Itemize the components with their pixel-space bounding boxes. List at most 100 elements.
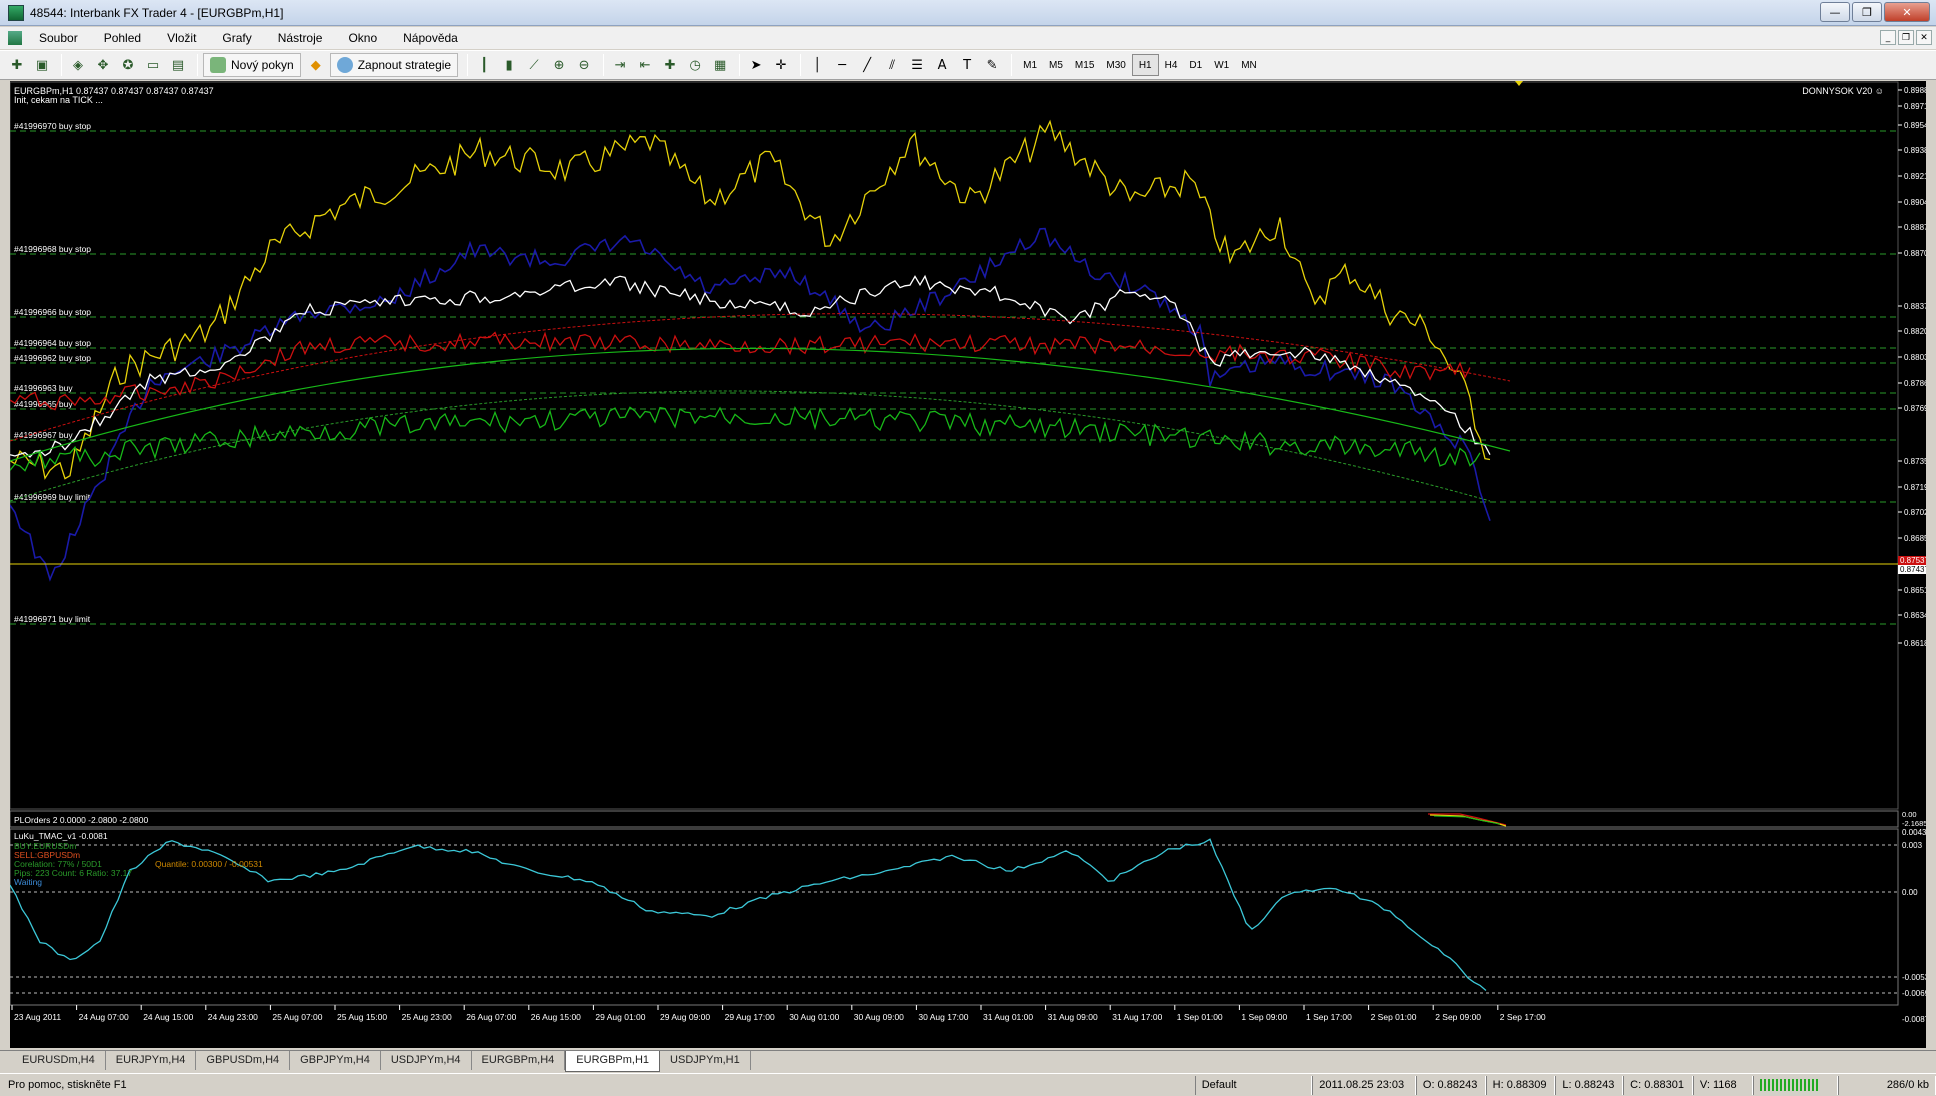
price-axis-label: 0.89885 xyxy=(1904,86,1926,95)
main-price-panel[interactable] xyxy=(10,81,1899,810)
terminal-icon[interactable]: ▭ xyxy=(142,54,164,76)
menu-bar: Soubor Pohled Vložit Grafy Nástroje Okno… xyxy=(0,27,1936,49)
time-axis-label: 30 Aug 09:00 xyxy=(854,1012,904,1022)
close-button[interactable]: ✕ xyxy=(1884,2,1930,22)
tab-eurgbpm-h4[interactable]: EURGBPm,H4 xyxy=(472,1051,566,1070)
timeframe-m30[interactable]: M30 xyxy=(1100,54,1131,76)
timeframe-w1[interactable]: W1 xyxy=(1208,54,1235,76)
minimize-button[interactable]: — xyxy=(1820,2,1850,22)
profiles-icon[interactable]: ▣ xyxy=(31,54,53,76)
price-axis-label: 0.88200 xyxy=(1904,327,1926,336)
tma-axis-2: 0.00 xyxy=(1902,888,1918,897)
price-axis-label: 0.87190 xyxy=(1904,483,1926,492)
tab-usdjpym-h4[interactable]: USDJPYm,H4 xyxy=(381,1051,472,1070)
status-help: Pro pomoc, stiskněte F1 xyxy=(8,1079,127,1091)
strategy-label: Zapnout strategie xyxy=(357,58,452,72)
mdi-minimize-button[interactable]: _ xyxy=(1880,30,1896,45)
zoom-in-icon[interactable]: ⊕ xyxy=(548,54,570,76)
status-profile[interactable]: Default xyxy=(1194,1075,1313,1095)
tab-eurjpym-h4[interactable]: EURJPYm,H4 xyxy=(106,1051,197,1070)
menu-insert[interactable]: Vložit xyxy=(154,31,209,45)
tab-gbpjpym-h4[interactable]: GBPJPYm,H4 xyxy=(290,1051,381,1070)
tester-icon[interactable]: ▤ xyxy=(167,54,189,76)
time-axis-label: 2 Sep 17:00 xyxy=(1500,1012,1546,1022)
tab-eurusdm-h4[interactable]: EURUSDm,H4 xyxy=(12,1051,106,1070)
price-axis-label: 0.88370 xyxy=(1904,302,1926,311)
channel-icon[interactable]: ⫽ xyxy=(881,54,903,76)
templates-icon[interactable]: ▦ xyxy=(709,54,731,76)
chart-window-icon[interactable] xyxy=(8,31,22,45)
line-chart-icon[interactable]: ⟋ xyxy=(523,54,545,76)
indicators-icon[interactable]: ✚ xyxy=(659,54,681,76)
mdi-restore-button[interactable]: ❐ xyxy=(1898,30,1914,45)
text-icon[interactable]: A xyxy=(931,54,953,76)
vertical-line-icon[interactable]: │ xyxy=(806,54,828,76)
periods-icon[interactable]: ◷ xyxy=(684,54,706,76)
status-low: L: 0.88243 xyxy=(1555,1075,1624,1095)
app-icon xyxy=(8,4,24,21)
time-axis-label: 24 Aug 23:00 xyxy=(208,1012,258,1022)
maximize-button[interactable]: ❐ xyxy=(1852,2,1882,22)
mdi-close-button[interactable]: ✕ xyxy=(1916,30,1932,45)
tma-indicator-panel[interactable] xyxy=(10,828,1899,1006)
price-axis-label: 0.89545 xyxy=(1904,121,1926,130)
strategy-toggle-button[interactable]: Zapnout strategie xyxy=(329,53,459,77)
time-axis-label: 31 Aug 09:00 xyxy=(1048,1012,1098,1022)
menu-window[interactable]: Okno xyxy=(335,31,390,45)
menu-view[interactable]: Pohled xyxy=(91,31,154,45)
menu-tools[interactable]: Nástroje xyxy=(265,31,336,45)
window-title: 48544: Interbank FX Trader 4 - [EURGBPm,… xyxy=(30,5,284,20)
cursor-icon[interactable]: ➤ xyxy=(745,54,767,76)
chart-window[interactable]: #41996970 buy stop #41996968 buy stop #419… xyxy=(10,81,1926,1048)
tma-waiting-line: Waiting xyxy=(14,877,42,887)
new-order-button[interactable]: Nový pokyn xyxy=(203,53,301,77)
metaeditor-icon[interactable]: ◆ xyxy=(305,54,327,76)
tma-label: LuKu_TMAC_v1 -0.0081 xyxy=(14,831,108,841)
tab-eurgbpm-h1[interactable]: EURGBPm,H1 xyxy=(565,1051,661,1072)
zoom-out-icon[interactable]: ⊖ xyxy=(573,54,595,76)
price-axis-label: 0.87695 xyxy=(1904,404,1926,413)
navigator-icon[interactable]: ✪ xyxy=(117,54,139,76)
timeframe-d1[interactable]: D1 xyxy=(1183,54,1208,76)
bar-chart-icon[interactable]: ┃ xyxy=(473,54,495,76)
order-label: #41996962 buy stop xyxy=(14,353,91,363)
horizontal-line-icon[interactable]: ─ xyxy=(831,54,853,76)
market-watch-icon[interactable]: ◈ xyxy=(67,54,89,76)
price-axis-label: 0.86515 xyxy=(1904,586,1926,595)
arrows-icon[interactable]: ✎ xyxy=(981,54,1003,76)
crosshair-icon[interactable]: ✛ xyxy=(770,54,792,76)
time-axis-label: 26 Aug 07:00 xyxy=(466,1012,516,1022)
time-axis-label: 1 Sep 17:00 xyxy=(1306,1012,1352,1022)
order-label: #41996963 buy xyxy=(14,383,73,393)
text-label-icon[interactable]: T xyxy=(956,54,978,76)
timeframe-m1[interactable]: M1 xyxy=(1017,54,1043,76)
menu-help[interactable]: Nápověda xyxy=(390,31,471,45)
toolbar-separator xyxy=(739,54,741,76)
pl-orders-panel[interactable] xyxy=(10,810,1899,828)
autoscroll-icon[interactable]: ⇥ xyxy=(609,54,631,76)
menu-charts[interactable]: Grafy xyxy=(209,31,264,45)
menu-file[interactable]: Soubor xyxy=(26,31,91,45)
candlestick-icon[interactable]: ▮ xyxy=(498,54,520,76)
timeframe-mn[interactable]: MN xyxy=(1235,54,1263,76)
trendline-icon[interactable]: ╱ xyxy=(856,54,878,76)
timeframe-m5[interactable]: M5 xyxy=(1043,54,1069,76)
tab-gbpusdm-h4[interactable]: GBPUSDm,H4 xyxy=(196,1051,291,1070)
time-axis-label: 1 Sep 09:00 xyxy=(1241,1012,1287,1022)
fibonacci-icon[interactable]: ☰ xyxy=(906,54,928,76)
chart-shift-icon[interactable]: ⇤ xyxy=(634,54,656,76)
price-axis-label: 0.87860 xyxy=(1904,379,1926,388)
timeframe-m15[interactable]: M15 xyxy=(1069,54,1100,76)
time-axis-label: 31 Aug 01:00 xyxy=(983,1012,1033,1022)
main-toolbar: ✚ ▣ ◈ ✥ ✪ ▭ ▤ Nový pokyn ◆ Zapnout strat… xyxy=(0,50,1936,80)
price-axis-label: 0.87020 xyxy=(1904,508,1926,517)
tab-usdjpym-h1[interactable]: USDJPYm,H1 xyxy=(660,1051,751,1070)
new-chart-icon[interactable]: ✚ xyxy=(6,54,28,76)
time-axis-label: 31 Aug 17:00 xyxy=(1112,1012,1162,1022)
status-open: O: 0.88243 xyxy=(1415,1075,1486,1095)
data-window-icon[interactable]: ✥ xyxy=(92,54,114,76)
time-axis-label: 24 Aug 15:00 xyxy=(143,1012,193,1022)
timeframe-h4[interactable]: H4 xyxy=(1159,54,1184,76)
timeframe-h1[interactable]: H1 xyxy=(1131,54,1159,76)
price-axis-label: 0.89040 xyxy=(1904,198,1926,207)
